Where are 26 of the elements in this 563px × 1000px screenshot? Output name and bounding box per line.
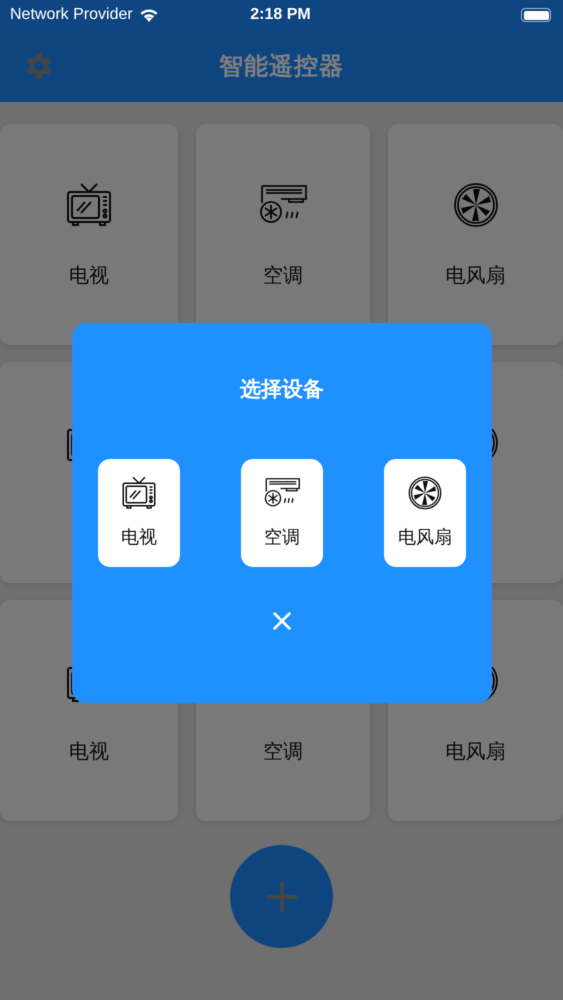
television-icon: [121, 475, 157, 511]
status-time: 2:18 PM: [250, 6, 311, 24]
option-label: 电视: [121, 526, 157, 549]
device-option[interactable]: 电风扇: [384, 459, 466, 567]
device-card[interactable]: 电视: [0, 124, 178, 345]
plus-icon: [266, 880, 298, 912]
carrier-name: Network Provider: [10, 6, 133, 24]
device-label: 电视: [69, 738, 109, 765]
wifi-icon: [138, 8, 159, 22]
close-icon[interactable]: [272, 611, 292, 631]
fan-icon: [407, 475, 443, 511]
option-label: 电风扇: [398, 526, 452, 549]
television-icon: [65, 181, 113, 229]
battery-icon: [521, 8, 551, 22]
device-option[interactable]: 空调: [241, 459, 323, 567]
device-label: 空调: [263, 262, 303, 289]
device-label: 电视: [69, 262, 109, 289]
dialog-title: 选择设备: [240, 376, 324, 403]
device-card[interactable]: 电风扇: [388, 124, 563, 345]
option-label: 空调: [264, 526, 300, 549]
app-title: 智能遥控器: [218, 51, 345, 82]
device-option[interactable]: 电视: [98, 459, 180, 567]
device-label: 空调: [263, 738, 303, 765]
fan-icon: [452, 181, 500, 229]
device-label: 电风扇: [446, 738, 506, 765]
device-label: 电风扇: [446, 262, 506, 289]
